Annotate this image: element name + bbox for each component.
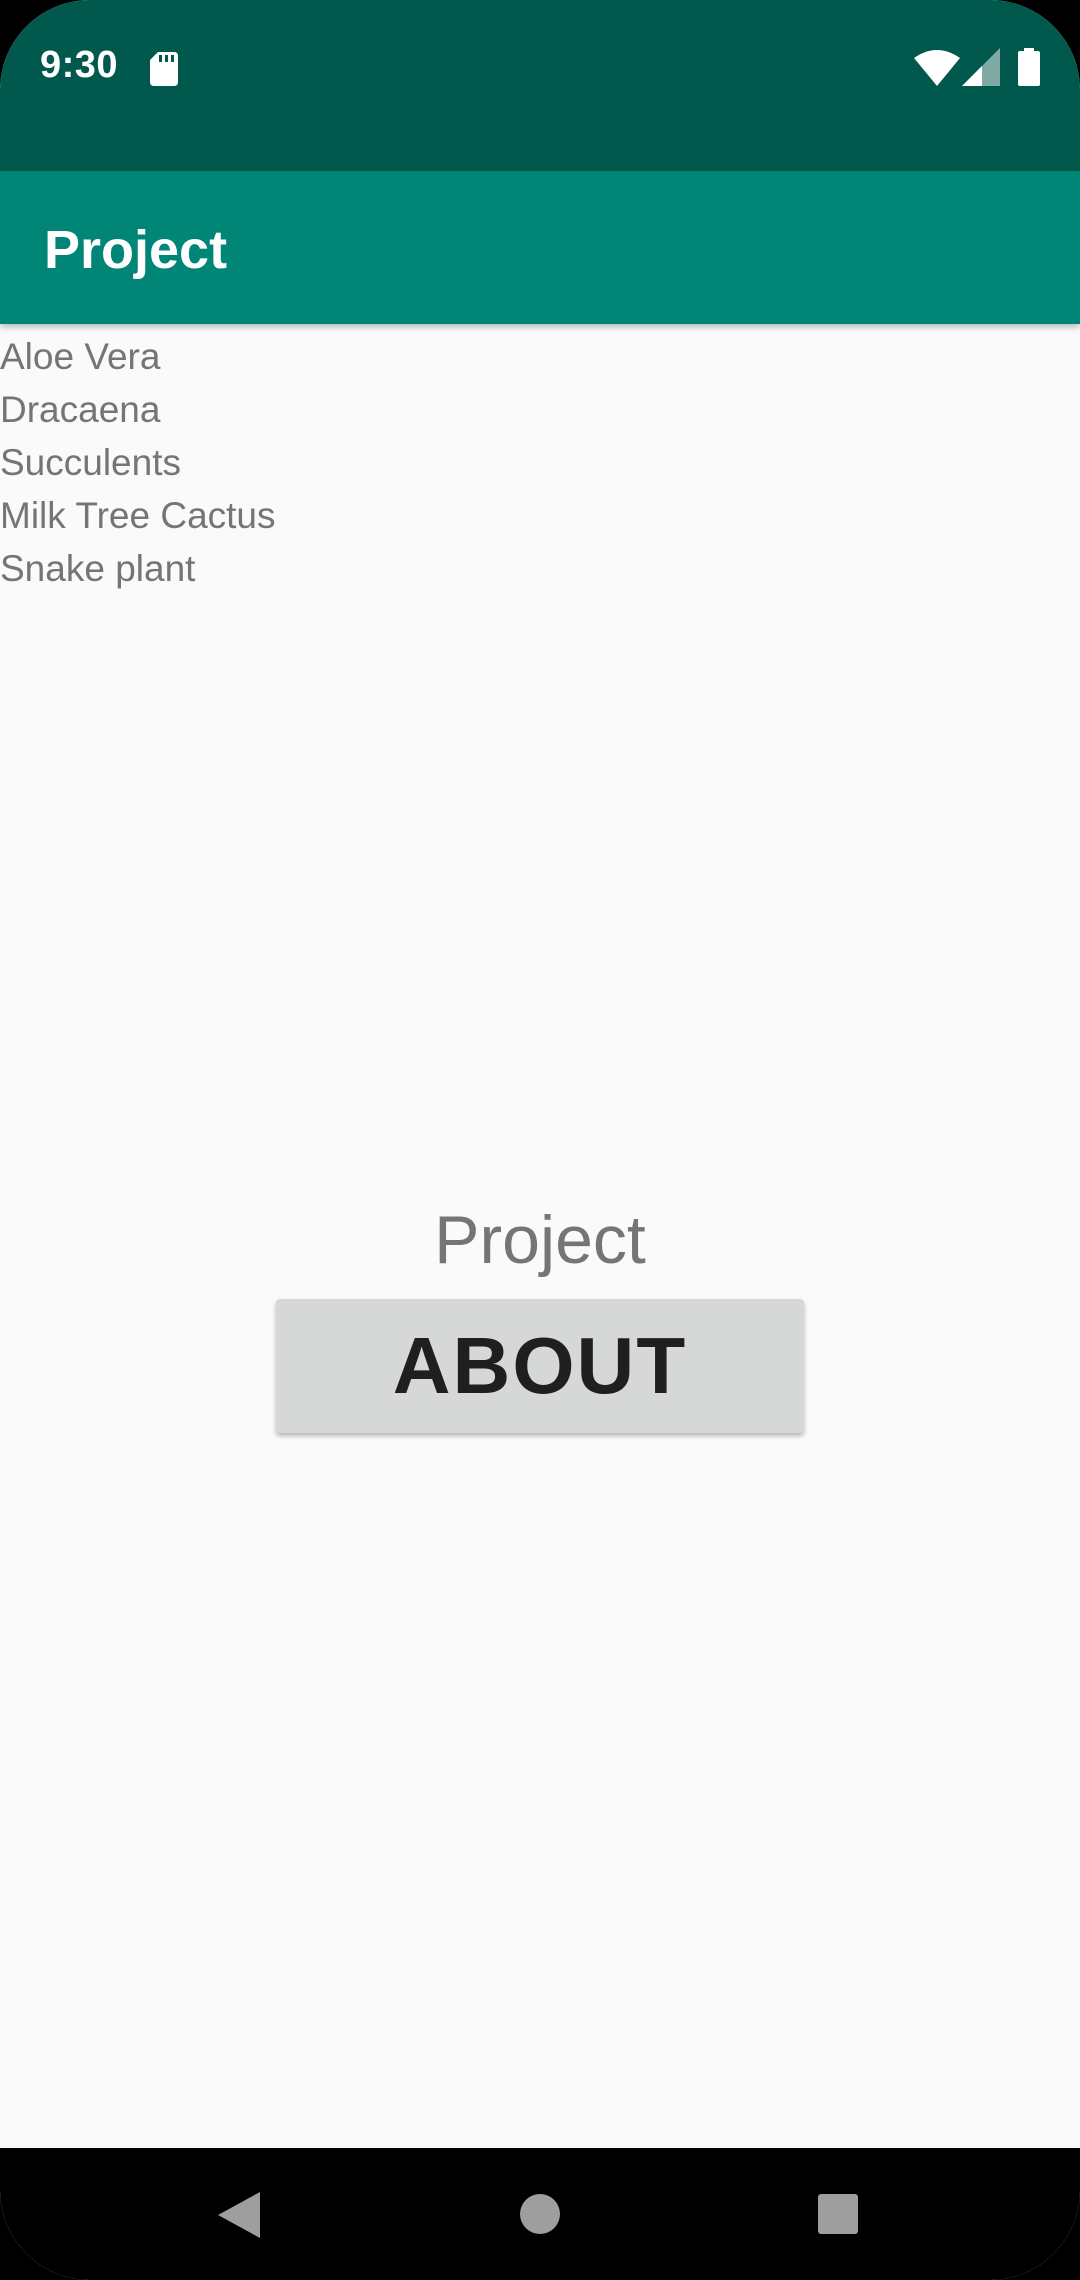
plant-list-item[interactable]: Milk Tree Cactus: [0, 489, 276, 542]
about-button[interactable]: ABOUT: [276, 1299, 804, 1433]
recents-icon[interactable]: [818, 2194, 858, 2234]
wifi-icon: [914, 50, 960, 86]
plant-list-item[interactable]: Succulents: [0, 436, 276, 489]
plant-list-item[interactable]: Aloe Vera: [0, 330, 276, 383]
back-icon[interactable]: [218, 2192, 260, 2238]
plant-list-item[interactable]: Snake plant: [0, 542, 276, 595]
battery-icon: [1018, 48, 1040, 86]
app-bar-title: Project: [44, 220, 228, 280]
app-bar: Project: [0, 171, 1080, 324]
project-label: Project: [434, 1202, 646, 1278]
plant-list: Aloe Vera Dracaena Succulents Milk Tree …: [0, 330, 276, 595]
status-time: 9:30: [40, 44, 119, 86]
home-icon[interactable]: [520, 2194, 560, 2234]
main-content: Aloe Vera Dracaena Succulents Milk Tree …: [0, 324, 1080, 2148]
status-bar: 9:30: [0, 0, 1080, 171]
plant-list-item[interactable]: Dracaena: [0, 383, 276, 436]
navigation-bar: [0, 2148, 1080, 2280]
phone-screen: 9:30 Project Aloe Vera Dracaena Succulen…: [0, 0, 1080, 2280]
sd-card-icon: [150, 52, 178, 86]
cell-signal-icon: [962, 48, 1000, 86]
